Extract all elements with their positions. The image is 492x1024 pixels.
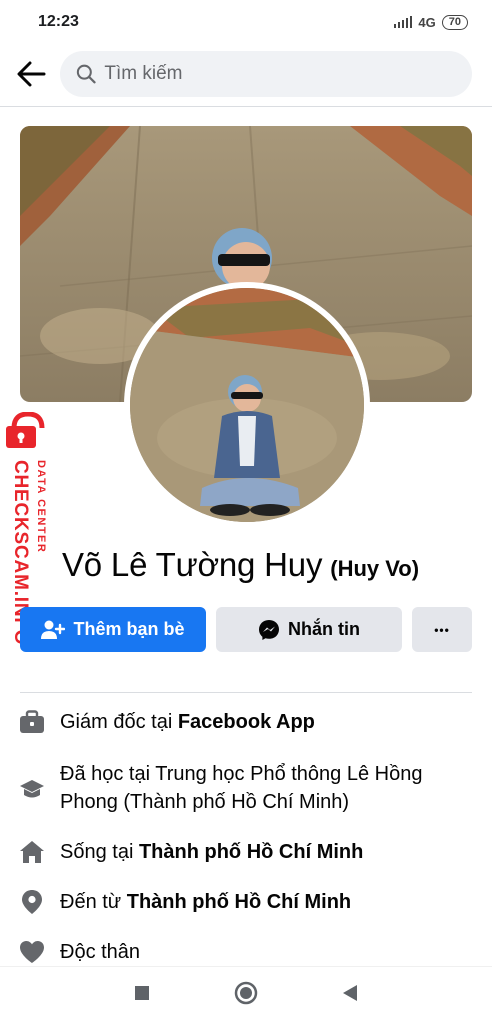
top-bar [0, 46, 492, 102]
home-icon [18, 838, 46, 866]
message-label: Nhắn tin [288, 619, 360, 639]
from-place[interactable]: Thành phố Hồ Chí Minh [127, 891, 351, 913]
messenger-icon [259, 619, 279, 640]
work-prefix: Giám đốc tại [60, 711, 178, 733]
search-bar[interactable] [60, 51, 472, 97]
intro-from: Đến từ Thành phố Hồ Chí Minh [18, 888, 474, 916]
graduation-cap-icon [18, 776, 46, 804]
search-icon [76, 64, 96, 84]
status-indicators: 4G 70 [394, 14, 468, 30]
recent-apps-button[interactable] [134, 985, 150, 1006]
square-icon [135, 986, 149, 1000]
status-time: 12:23 [38, 13, 79, 30]
watermark-line1: DATA CENTER [35, 460, 47, 554]
triangle-back-icon [343, 985, 357, 1001]
education-text: Đã học tại Trung học Phổ thông Lê Hồng P… [60, 763, 423, 813]
message-button[interactable]: Nhắn tin [216, 607, 402, 652]
battery-indicator: 70 [441, 14, 468, 30]
section-divider [20, 692, 472, 693]
profile-name: Võ Lê Tường Huy (Huy Vo) [62, 546, 419, 584]
profile-actions: Thêm bạn bè Nhắn tin ••• [20, 607, 472, 652]
add-friend-label: Thêm bạn bè [73, 619, 185, 639]
signal-icon [394, 16, 413, 28]
name-primary: Võ Lê Tường Huy [62, 546, 323, 583]
name-alternate: (Huy Vo) [330, 556, 420, 581]
home-button[interactable] [234, 981, 258, 1010]
header-divider [0, 106, 492, 107]
back-button[interactable] [14, 57, 48, 91]
status-bar: 12:23 4G 70 [0, 0, 492, 44]
network-type: 4G [418, 14, 436, 30]
circle-icon [234, 981, 258, 1005]
from-prefix: Đến từ [60, 891, 127, 913]
avatar[interactable] [124, 282, 370, 528]
intro-lives: Sống tại Thành phố Hồ Chí Minh [18, 838, 474, 866]
profile-picture [130, 288, 364, 522]
more-options-button[interactable]: ••• [412, 607, 472, 652]
location-pin-icon [18, 888, 46, 916]
add-friend-button[interactable]: Thêm bạn bè [20, 607, 206, 652]
intro-list: Giám đốc tại Facebook App Đã học tại Tru… [18, 708, 474, 966]
lives-prefix: Sống tại [60, 841, 139, 863]
intro-work: Giám đốc tại Facebook App [18, 708, 474, 736]
intro-education: Đã học tại Trung học Phổ thông Lê Hồng P… [18, 760, 474, 816]
heart-icon [18, 938, 46, 966]
add-friend-icon [41, 620, 66, 639]
work-place[interactable]: Facebook App [178, 711, 315, 733]
system-nav-bar [0, 966, 492, 1024]
intro-relationship: Độc thân [18, 938, 474, 966]
arrow-left-icon [17, 61, 46, 87]
lives-place[interactable]: Thành phố Hồ Chí Minh [139, 841, 363, 863]
back-nav-button[interactable] [342, 984, 358, 1007]
briefcase-icon [18, 708, 46, 736]
more-icon: ••• [434, 622, 450, 637]
relationship-text: Độc thân [60, 941, 141, 963]
search-input[interactable] [104, 63, 456, 85]
